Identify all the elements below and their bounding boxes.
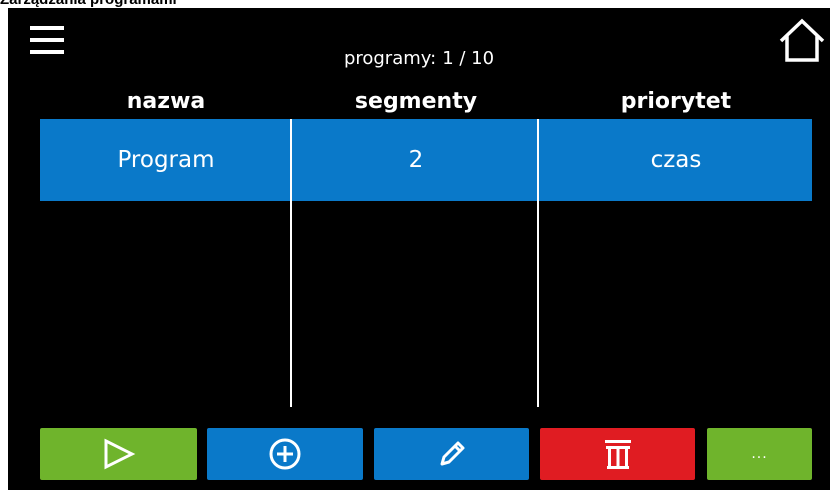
- more-options-button[interactable]: ...: [707, 428, 812, 480]
- column-header-priorytet[interactable]: priorytet: [540, 88, 812, 116]
- program-counter-label: programy:: [343, 48, 437, 69]
- add-circle-icon: [269, 438, 301, 470]
- trash-delete-icon: [604, 440, 631, 469]
- more-dots-icon: ...: [751, 446, 768, 462]
- column-header-segmenty[interactable]: segmenty: [292, 88, 540, 116]
- cell-priorytet: czas: [650, 147, 702, 173]
- cell-nazwa: Program: [117, 147, 215, 173]
- cell-segmenty: 2: [408, 147, 424, 173]
- column-header-nazwa[interactable]: nazwa: [40, 88, 292, 116]
- delete-program-button[interactable]: [540, 428, 695, 480]
- table-row[interactable]: Program 2 czas: [40, 119, 812, 201]
- play-icon: [104, 438, 135, 470]
- column-divider: [290, 119, 292, 407]
- home-icon[interactable]: [778, 17, 826, 63]
- pencil-edit-icon: [440, 441, 464, 466]
- column-divider: [537, 119, 539, 407]
- program-counter: programy: 1 / 10: [8, 48, 830, 69]
- edit-program-button[interactable]: [374, 428, 529, 480]
- controller-screen: programy: 1 / 10 nazwa segmenty priorytet…: [8, 8, 830, 490]
- run-program-button[interactable]: [40, 428, 197, 480]
- add-program-button[interactable]: [207, 428, 363, 480]
- program-counter-value: 1 / 10: [442, 48, 495, 69]
- page-heading: Zarządzania programami: [0, 0, 177, 8]
